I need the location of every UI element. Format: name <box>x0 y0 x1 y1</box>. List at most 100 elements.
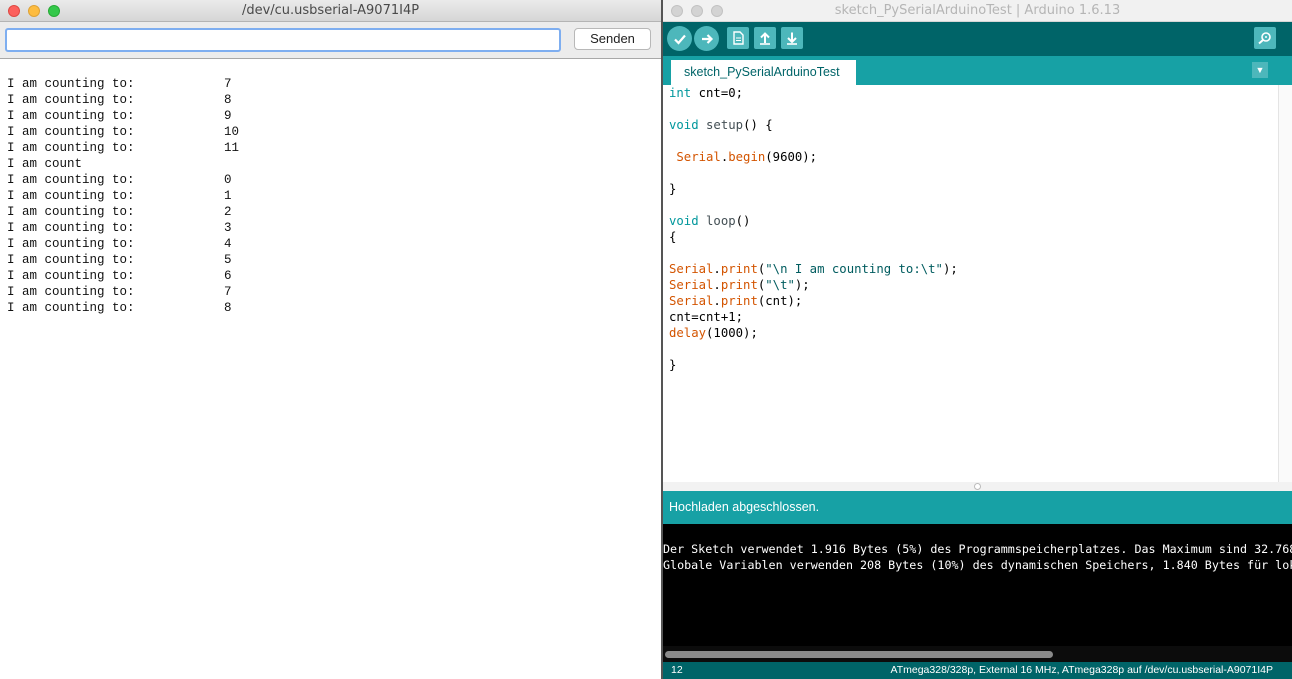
console-output: Der Sketch verwendet 1.916 Bytes (5%) de… <box>663 524 1292 662</box>
new-sketch-button[interactable] <box>727 27 749 49</box>
output-value: 7 <box>224 77 232 91</box>
serial-titlebar: /dev/cu.usbserial-A9071I4P <box>0 0 661 22</box>
output-value: 4 <box>224 237 232 251</box>
serial-output-line: I am counting to: 10 <box>7 124 239 140</box>
serial-output-line: I am counting to: 1 <box>7 188 232 204</box>
serial-output-line: I am counting to: 5 <box>7 252 232 268</box>
output-text: I am counting to: <box>7 269 135 283</box>
output-value: 11 <box>224 141 240 155</box>
open-sketch-button[interactable] <box>754 27 776 49</box>
status-bar: Hochladen abgeschlossen. <box>663 491 1292 524</box>
console-line: Globale Variablen verwenden 208 Bytes (1… <box>663 558 1292 572</box>
serial-monitor-window: /dev/cu.usbserial-A9071I4P Senden I am c… <box>0 0 661 679</box>
splitter-handle[interactable] <box>974 483 981 490</box>
output-text: I am counting to: <box>7 189 135 203</box>
magnifier-icon <box>1258 32 1271 45</box>
serial-output-line: I am count <box>7 156 135 172</box>
output-value: 2 <box>224 205 232 219</box>
ide-window-title: sketch_PySerialArduinoTest | Arduino 1.6… <box>834 3 1121 18</box>
output-text: I am count <box>7 157 83 171</box>
output-value: 8 <box>224 301 232 315</box>
ide-titlebar: sketch_PySerialArduinoTest | Arduino 1.6… <box>663 0 1292 22</box>
output-value: 1 <box>224 189 232 203</box>
line-number: 12 <box>671 664 683 676</box>
output-value: 5 <box>224 253 232 267</box>
ide-footer: 12 ATmega328/328p, External 16 MHz, ATme… <box>663 662 1292 679</box>
serial-output-line: I am counting to: 8 <box>7 92 232 108</box>
code-line: } <box>669 358 677 372</box>
tab-sketch[interactable]: sketch_PySerialArduinoTest <box>671 60 856 85</box>
serial-monitor-button[interactable] <box>1254 27 1276 49</box>
output-text: I am counting to: <box>7 205 135 219</box>
serial-window-title: /dev/cu.usbserial-A9071I4P <box>241 3 420 18</box>
code-line: void loop() <box>669 214 751 228</box>
code-editor[interactable]: int cnt=0; void setup() { Serial.begin(96… <box>663 85 1278 482</box>
output-text: I am counting to: <box>7 237 135 251</box>
editor-console-splitter[interactable] <box>663 482 1292 491</box>
output-text: I am counting to: <box>7 141 135 155</box>
serial-output-line: I am counting to: 0 <box>7 172 232 188</box>
serial-output: I am counting to: 7 I am counting to: 8 I am… <box>7 76 239 316</box>
document-icon <box>732 31 744 45</box>
output-text: I am counting to: <box>7 93 135 107</box>
scrollbar-thumb[interactable] <box>665 651 1053 658</box>
output-value: 6 <box>224 269 232 283</box>
serial-output-line: I am counting to: 4 <box>7 236 232 252</box>
checkmark-icon <box>673 34 686 45</box>
send-button[interactable]: Senden <box>574 28 651 50</box>
code-line: delay(1000); <box>669 326 758 340</box>
serial-output-line: I am counting to: 2 <box>7 204 232 220</box>
upload-button[interactable] <box>694 26 719 51</box>
save-sketch-button[interactable] <box>781 27 803 49</box>
code-line: Serial.print(cnt); <box>669 294 803 308</box>
output-value: 10 <box>224 125 240 139</box>
output-text: I am counting to: <box>7 125 135 139</box>
console-horizontal-scrollbar[interactable] <box>663 646 1292 662</box>
output-text: I am counting to: <box>7 173 135 187</box>
sketch-tab-bar: sketch_PySerialArduinoTest ▼ <box>663 56 1292 85</box>
verify-button[interactable] <box>667 26 692 51</box>
serial-output-line: I am counting to: 8 <box>7 300 232 316</box>
editor-scrollbar[interactable] <box>1278 85 1292 482</box>
code-line: cnt=cnt+1; <box>669 310 744 324</box>
output-value: 9 <box>224 109 232 123</box>
serial-output-line: I am counting to: 11 <box>7 140 239 156</box>
serial-output-line: I am counting to: 6 <box>7 268 232 284</box>
serial-output-line: I am counting to: 9 <box>7 108 232 124</box>
console-line: Der Sketch verwendet 1.916 Bytes (5%) de… <box>663 542 1292 556</box>
serial-output-line: I am counting to: 3 <box>7 220 232 236</box>
ide-toolbar <box>663 22 1292 56</box>
serial-output-line: I am counting to: 7 <box>7 76 232 92</box>
code-line: Serial.begin(9600); <box>676 150 818 164</box>
output-text: I am counting to: <box>7 109 135 123</box>
output-text: I am counting to: <box>7 77 135 91</box>
arduino-ide-window: sketch_PySerialArduinoTest | Arduino 1.6… <box>663 0 1292 679</box>
output-value: 7 <box>224 285 232 299</box>
output-value: 8 <box>224 93 232 107</box>
code-line: Serial.print("\t"); <box>669 278 810 292</box>
arrow-down-icon <box>787 32 797 45</box>
arrow-right-icon <box>701 33 713 44</box>
serial-input-bar: Senden <box>0 22 661 59</box>
serial-send-input[interactable] <box>5 28 561 52</box>
output-text: I am counting to: <box>7 253 135 267</box>
arrow-up-icon <box>760 32 770 45</box>
chevron-down-icon: ▼ <box>1255 65 1265 75</box>
output-value: 0 <box>224 173 232 187</box>
code-line: Serial.print("\n I am counting to:\t"); <box>669 262 958 276</box>
tab-menu-button[interactable]: ▼ <box>1252 62 1268 78</box>
code-line: void setup() { <box>669 118 773 132</box>
output-value: 3 <box>224 221 232 235</box>
output-text: I am counting to: <box>7 221 135 235</box>
serial-output-line: I am counting to: 7 <box>7 284 232 300</box>
code-line: int cnt=0; <box>669 86 744 100</box>
code-line: { <box>669 230 677 244</box>
output-text: I am counting to: <box>7 301 135 315</box>
code-line: } <box>669 182 677 196</box>
